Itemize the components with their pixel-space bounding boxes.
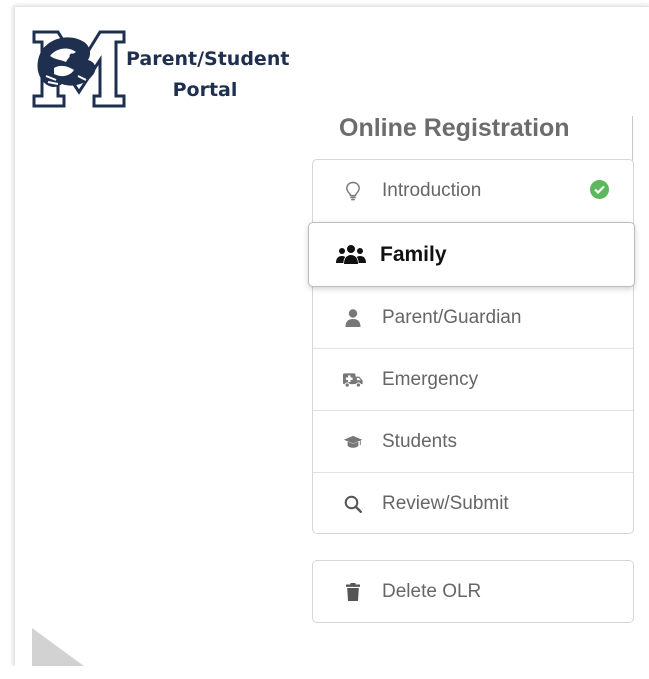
step-students[interactable]: Students	[313, 411, 633, 472]
lightbulb-icon	[343, 181, 363, 201]
step-label: Review/Submit	[382, 492, 509, 514]
step-introduction[interactable]: Introduction	[313, 160, 633, 221]
user-icon	[343, 308, 363, 328]
portal-title: Parent/Student Portal	[126, 44, 290, 106]
step-label: Students	[382, 430, 457, 452]
step-family[interactable]: Family	[308, 222, 635, 287]
section-title: Online Registration	[339, 114, 570, 142]
trash-icon	[343, 582, 363, 602]
delete-olr-label: Delete OLR	[382, 580, 482, 602]
step-parent-guardian[interactable]: Parent/Guardian	[313, 287, 633, 348]
registration-steps-nav: Introduction Family Parent/Guardian Emer…	[308, 159, 635, 534]
page-bottom-edge	[0, 666, 649, 679]
delete-olr-button[interactable]: Delete OLR	[312, 560, 634, 623]
users-icon	[336, 244, 366, 265]
decorative-corner	[32, 628, 84, 666]
graduation-cap-icon	[343, 432, 363, 452]
step-emergency[interactable]: Emergency	[313, 349, 633, 410]
step-label: Family	[380, 242, 447, 266]
portal-title-line1: Parent/Student	[126, 48, 290, 70]
step-label: Introduction	[382, 179, 482, 201]
portal-title-line2: Portal	[172, 79, 238, 101]
completed-check-icon	[590, 180, 609, 199]
step-review-submit[interactable]: Review/Submit	[313, 473, 633, 534]
search-icon	[343, 494, 363, 514]
school-logo	[32, 30, 126, 108]
ambulance-icon	[343, 370, 363, 390]
step-label: Parent/Guardian	[382, 306, 522, 328]
vertical-divider	[632, 116, 633, 164]
step-label: Emergency	[382, 368, 479, 390]
